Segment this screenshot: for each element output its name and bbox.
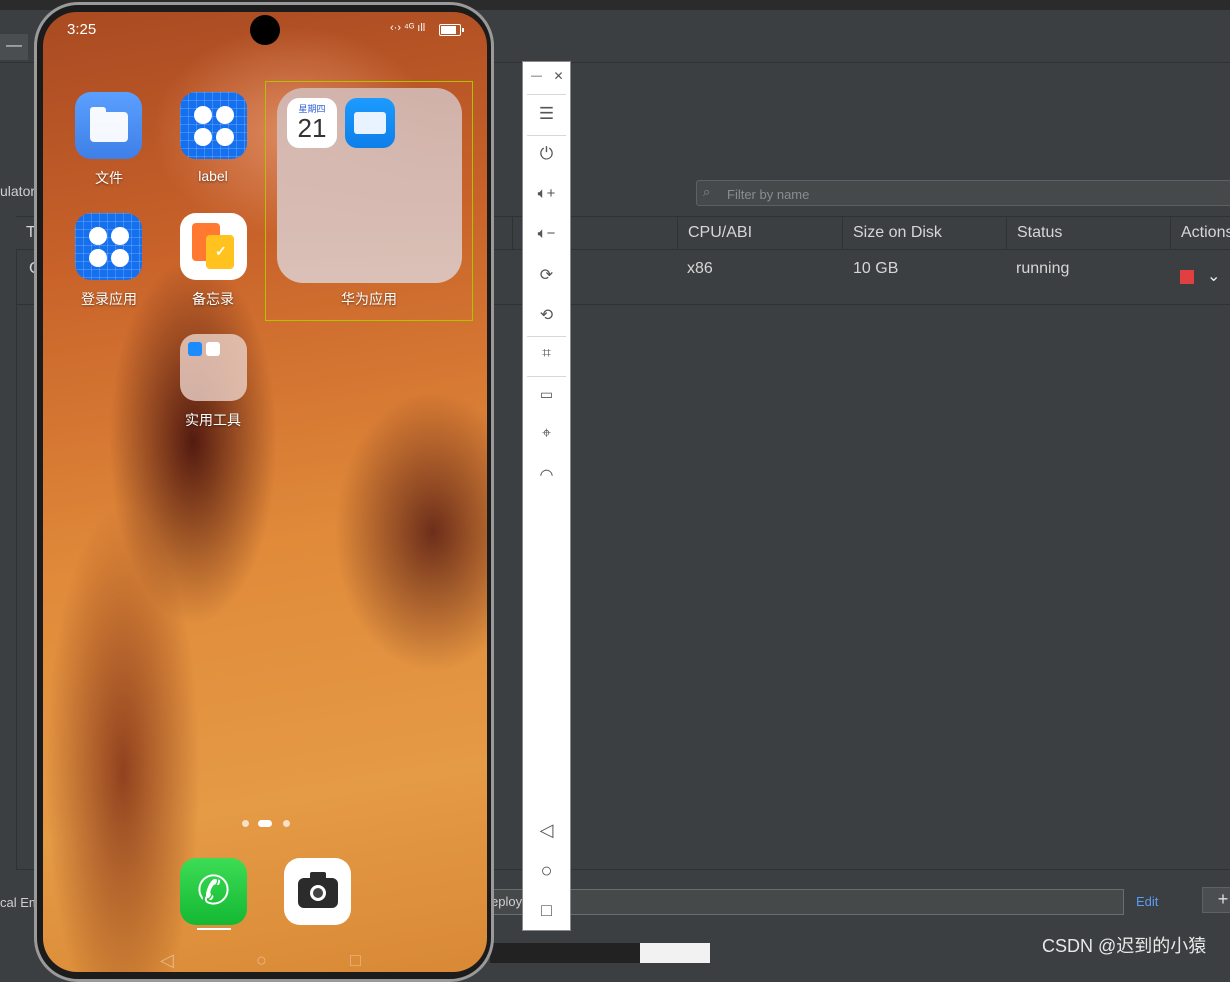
- front-camera-hole: [250, 15, 280, 45]
- filter-input[interactable]: [725, 184, 1209, 204]
- files-app-icon[interactable]: [75, 92, 142, 159]
- power-icon[interactable]: ⏻: [523, 144, 570, 164]
- translate-mini-icon: [206, 342, 220, 356]
- petals-icon: [89, 227, 129, 267]
- watermark: CSDN @迟到的小猿: [1042, 936, 1207, 956]
- add-button[interactable]: +: [1202, 887, 1230, 913]
- screenshot-crop-icon[interactable]: ⌗: [523, 345, 570, 363]
- deploy-text: eploy: [491, 894, 523, 909]
- minimize-button[interactable]: —: [0, 34, 28, 60]
- deploy-field[interactable]: eploy: [490, 889, 1124, 915]
- status-icons: ‹·› ⁴ᴳ ıll: [390, 22, 426, 34]
- wifi-icon[interactable]: ◠: [523, 465, 570, 485]
- taskbar-thumbnail-light[interactable]: [640, 943, 710, 963]
- column-cpu-abi[interactable]: CPU/ABI: [677, 217, 842, 249]
- label-app-icon[interactable]: [180, 92, 247, 159]
- row-cpu-abi: x86: [687, 260, 713, 277]
- files-app-label: 文件: [95, 170, 123, 186]
- nav-recents-icon[interactable]: □: [350, 950, 361, 971]
- mail-app-icon[interactable]: [345, 98, 395, 148]
- nav-back-icon[interactable]: ◁: [160, 950, 174, 971]
- petals-icon: [194, 106, 234, 146]
- nav-home-icon[interactable]: ○: [256, 950, 267, 971]
- volume-up-icon[interactable]: 🔈︎+: [523, 185, 570, 202]
- folder-icon: [90, 107, 128, 142]
- home-icon[interactable]: ○: [523, 860, 570, 883]
- calendar-app-icon[interactable]: 星期四 21: [287, 98, 337, 148]
- emulator-toolbar: — ✕ ☰ ⏻ 🔈︎+ 🔈︎− ⟳ ⟲ ⌗ ▭ ⌖ ◠ ◁ ○ □: [522, 61, 571, 931]
- tools-folder-label: 实用工具: [185, 412, 241, 428]
- taskbar-thumbnail[interactable]: [490, 943, 640, 963]
- column-size-on-disk[interactable]: Size on Disk: [842, 217, 1006, 249]
- emulator-tab-label[interactable]: ulator: [0, 183, 35, 199]
- memo-app-icon[interactable]: ✓: [180, 213, 247, 280]
- column-status[interactable]: Status: [1006, 217, 1170, 249]
- chevron-down-icon[interactable]: ⌄: [1207, 266, 1220, 286]
- phone-app-icon[interactable]: ✆: [180, 858, 247, 925]
- stop-emulator-button[interactable]: [1180, 270, 1194, 284]
- menu-icon[interactable]: ☰: [523, 104, 570, 124]
- huawei-folder-label: 华为应用: [341, 291, 397, 307]
- recents-icon[interactable]: □: [523, 900, 570, 921]
- edit-link[interactable]: Edit: [1136, 894, 1158, 909]
- close-icon[interactable]: ✕: [535, 69, 582, 83]
- column-actions[interactable]: Actions: [1170, 217, 1230, 249]
- battery-setting-icon[interactable]: ▭: [523, 386, 570, 403]
- login-app-label: 登录应用: [81, 291, 137, 307]
- battery-icon: [439, 24, 464, 36]
- page-dot-active[interactable]: [258, 820, 272, 827]
- location-icon[interactable]: ⌖: [523, 425, 570, 443]
- search-icon: ⌕: [703, 184, 711, 199]
- camera-app-icon[interactable]: [284, 858, 351, 925]
- tools-folder-icon[interactable]: [180, 334, 247, 401]
- check-icon: ✓: [215, 243, 227, 259]
- rotate-left-icon[interactable]: ⟲: [523, 305, 570, 325]
- phone-handset-icon: ✆: [196, 869, 231, 913]
- dock-indicator: [197, 928, 231, 930]
- filter-search-box[interactable]: ⌕: [696, 180, 1230, 206]
- calendar-day: 21: [297, 113, 327, 143]
- status-time: 3:25: [67, 21, 97, 38]
- row-status: running: [1016, 260, 1070, 277]
- back-icon[interactable]: ◁: [523, 820, 570, 841]
- contacts-mini-icon: [188, 342, 202, 356]
- page-dot[interactable]: [283, 820, 290, 827]
- page-dot[interactable]: [242, 820, 249, 827]
- camera-icon: [298, 872, 338, 908]
- rotate-right-icon[interactable]: ⟳: [523, 265, 570, 285]
- label-app-label: label: [198, 168, 228, 184]
- memo-app-label: 备忘录: [192, 291, 234, 307]
- volume-down-icon[interactable]: 🔈︎−: [523, 225, 570, 242]
- envelope-icon: [354, 112, 386, 134]
- camera-lens: [310, 885, 326, 901]
- row-size: 10 GB: [853, 260, 899, 277]
- login-app-icon[interactable]: [75, 213, 142, 280]
